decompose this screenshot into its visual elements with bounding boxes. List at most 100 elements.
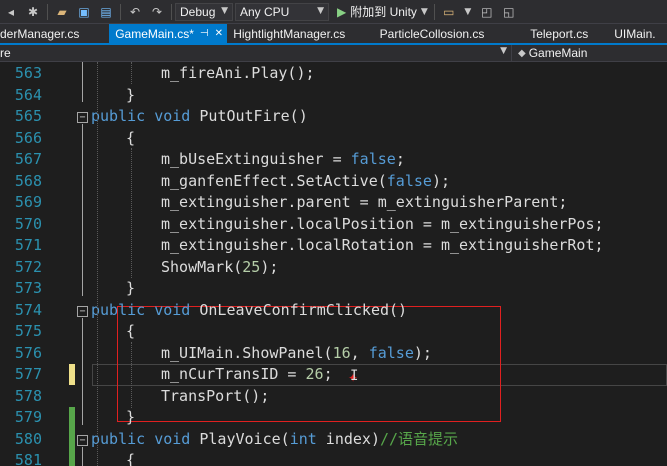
line-number: 579 (14, 408, 42, 426)
fold-toggle[interactable]: − (77, 435, 88, 446)
toolbar-separator (47, 3, 48, 20)
tab-label: UIMain. (614, 26, 656, 41)
undo-icon[interactable]: ↶ (127, 4, 143, 20)
code-text: m_extinguisher.localPosition = m_extingu… (161, 214, 604, 236)
line-number: 577 (14, 365, 42, 383)
navigation-bar: re ▼ ◆ GameMain (0, 45, 667, 62)
code-token: //语音提示 (380, 429, 459, 448)
type-dropdown[interactable]: ◆ GameMain (512, 45, 667, 61)
code-text: TransPort(); (161, 386, 269, 408)
code-line[interactable]: 567 m_bUseExtinguisher = false; (0, 149, 667, 171)
tab-label: HightlightManager.cs (233, 26, 346, 41)
tab-label: derManager.cs (0, 26, 80, 41)
settings-icon[interactable]: ✱ (25, 4, 41, 20)
chevron-down-icon[interactable]: ▼ (463, 4, 473, 20)
code-line[interactable]: 577 m_nCurTransID = 26; (0, 364, 667, 386)
line-number: 572 (14, 257, 42, 276)
config-select[interactable]: Debug ▼ (175, 2, 233, 21)
indent-guide (131, 148, 132, 278)
type-value: GameMain (528, 46, 588, 60)
tab-teleport[interactable]: Teleport.cs (514, 24, 608, 43)
code-line[interactable]: 575 { (0, 321, 667, 343)
project-dropdown[interactable]: re ▼ (0, 45, 512, 61)
chevron-down-icon: ▼ (221, 5, 228, 16)
platform-select[interactable]: Any CPU ▼ (235, 2, 329, 21)
open-folder-icon[interactable]: ▰ (54, 4, 70, 20)
line-number: 576 (14, 343, 42, 362)
toolbar-separator (120, 3, 121, 20)
chevron-down-icon: ▼ (500, 46, 507, 56)
chevron-down-icon: ▼ (317, 5, 324, 16)
code-token: false (368, 343, 414, 362)
code-line[interactable]: 574 public void OnLeaveConfirmClicked() (0, 300, 667, 322)
fold-line[interactable] (82, 447, 83, 466)
line-number: 564 (14, 85, 42, 104)
code-text: m_extinguisher.localRotation = m_extingu… (161, 235, 604, 257)
saved-change-marker (69, 407, 75, 466)
code-token: 25 (242, 257, 261, 276)
code-line[interactable]: 572 ShowMark(25); (0, 257, 667, 279)
code-line[interactable]: 564} (0, 85, 667, 107)
attach-unity-button[interactable]: ▶ 附加到 Unity ▼ (337, 3, 428, 20)
redo-icon[interactable]: ↷ (149, 4, 165, 20)
tool-icon[interactable]: ◰ (479, 4, 495, 20)
nav-back-icon[interactable]: ◂ (3, 4, 19, 20)
document-tabs: derManager.cs GameMain.cs* ⊣ ✕ Hightligh… (0, 24, 667, 43)
tool-icon[interactable]: ◱ (501, 4, 517, 20)
code-line[interactable]: 571 m_extinguisher.localRotation = m_exti… (0, 235, 667, 257)
code-token: void (154, 107, 191, 125)
code-line[interactable]: 580 public void PlayVoice(int index)//语音提… (0, 429, 667, 451)
code-line[interactable]: 570 m_extinguisher.localPosition = m_exti… (0, 214, 667, 236)
code-token: } (126, 408, 136, 426)
tab-gamemain[interactable]: GameMain.cs* ⊣ ✕ (109, 24, 228, 43)
fold-toggle[interactable]: − (77, 306, 88, 317)
toolbar-separator (171, 3, 172, 20)
code-line[interactable]: 579} (0, 407, 667, 429)
fold-line[interactable] (82, 318, 83, 425)
indent-guide (97, 62, 98, 466)
code-token: m_bUseExtinguisher = (161, 150, 351, 168)
tab-label: GameMain.cs* (115, 26, 194, 41)
tab-dermanager[interactable]: derManager.cs (0, 24, 109, 43)
code-token: m_extinguisher.localPosition = m_extingu… (161, 214, 604, 233)
code-line[interactable]: 576 m_UIMain.ShowPanel(16, false); (0, 343, 667, 365)
code-text: } (126, 278, 135, 300)
close-icon[interactable]: ✕ (215, 28, 223, 39)
code-text: { (126, 321, 135, 343)
pin-icon[interactable]: ⊣ (200, 28, 209, 39)
code-token: PutOutFire() (190, 107, 308, 125)
browser-icon[interactable]: ▭ (441, 4, 457, 20)
code-token: ); (431, 171, 450, 190)
text-cursor-icon: I (350, 368, 359, 384)
code-line[interactable]: 578 TransPort(); (0, 386, 667, 408)
line-number: 575 (14, 322, 42, 340)
code-text: { (126, 128, 135, 150)
line-number: 580 (14, 429, 42, 448)
code-line[interactable]: 569 m_extinguisher.parent = m_extinguishe… (0, 192, 667, 214)
code-line[interactable]: 566 { (0, 128, 667, 150)
code-token: m_extinguisher.localRotation = m_extingu… (161, 236, 604, 254)
code-token: public (91, 429, 146, 448)
code-line[interactable]: 563 m_fireAni.Play(); (0, 63, 667, 85)
tab-hightlightmanager[interactable]: HightlightManager.cs (227, 24, 369, 43)
save-icon[interactable]: ▣ (76, 4, 92, 20)
fold-line[interactable] (82, 62, 83, 102)
code-token: PlayVoice( (190, 429, 290, 448)
code-token: false (350, 150, 396, 168)
code-line[interactable]: 565 public void PutOutFire() (0, 106, 667, 128)
code-line[interactable]: 581 { (0, 450, 667, 466)
save-all-icon[interactable]: ▤ (98, 4, 114, 20)
code-editor[interactable]: 563 m_fireAni.Play(); 564} 565 public void P… (0, 62, 667, 466)
tab-uimain[interactable]: UIMain. (608, 24, 667, 43)
line-number: 563 (14, 64, 42, 82)
code-token: ); (413, 343, 432, 362)
code-text: m_ganfenEffect.SetActive(false); (161, 171, 450, 193)
code-line[interactable]: 568 m_ganfenEffect.SetActive(false); (0, 171, 667, 193)
code-token: } (126, 279, 136, 297)
fold-line[interactable] (82, 124, 83, 296)
code-token: { (126, 322, 136, 340)
tab-particlecollosion[interactable]: ParticleCollosion.cs (370, 24, 515, 43)
fold-toggle[interactable]: − (77, 112, 88, 123)
line-number: 565 (14, 107, 42, 125)
code-line[interactable]: 573} (0, 278, 667, 300)
